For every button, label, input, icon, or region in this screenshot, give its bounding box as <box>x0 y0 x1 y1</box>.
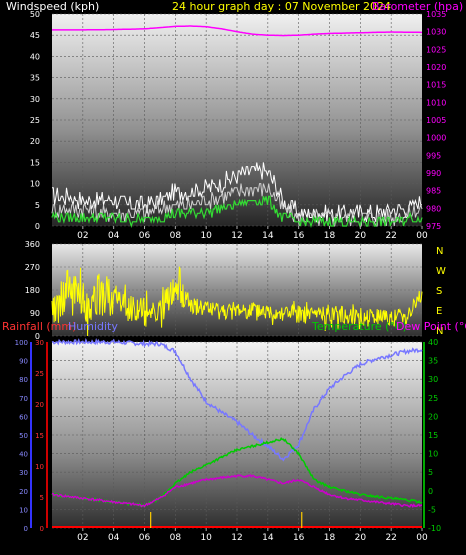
humidity-tick-label: 100 <box>15 339 28 347</box>
wind-x-tick-label: 20 <box>355 231 367 241</box>
barometer-tick-label: 995 <box>426 151 441 160</box>
wind-x-tick-label: 02 <box>77 231 88 241</box>
temperature-tick-label: 20 <box>428 412 438 421</box>
temperature-x-tick-label: 22 <box>385 533 396 543</box>
windspeed-tick-label: 35 <box>30 74 40 83</box>
wind-x-tick-label: 06 <box>139 231 151 241</box>
barometer-tick-label: 1005 <box>426 116 446 125</box>
rainfall-tick-label: 20 <box>35 401 44 409</box>
barometer-tick-label: 1015 <box>426 81 446 90</box>
windspeed-tick-label: 50 <box>30 10 40 19</box>
wind-x-tick-label: 22 <box>385 231 396 241</box>
temperature-x-tick-label: 20 <box>355 533 367 543</box>
rainfall-tick-label: 5 <box>40 494 44 502</box>
humidity-rain-ticks: 0 10 20 30 40 50 60 70 80 90 100 0 5 10 15 20 25 30 <box>15 339 48 533</box>
temperature-tick-label: 0 <box>428 487 433 496</box>
rainfall-tick-label: 10 <box>35 463 44 471</box>
barometer-tick-label: 980 <box>426 204 441 213</box>
wind-x-tick-label: 14 <box>262 231 274 241</box>
temperature-x-tick-label: 14 <box>262 533 274 543</box>
windspeed-tick-label: 0 <box>35 222 40 231</box>
barometer-tick-label: 975 <box>426 222 441 231</box>
weather-graph: Windspeed (kph) 24 hour graph day : 07 N… <box>2 0 466 543</box>
temperature-x-tick-label: 04 <box>108 533 120 543</box>
barometer-tick-label: 990 <box>426 169 441 178</box>
temperature-axis-label: Temperature (°C) <box>311 320 407 333</box>
windspeed-tick-label: 30 <box>30 95 40 104</box>
temperature-tick-label: 10 <box>428 450 438 459</box>
wind-x-tick-label: 08 <box>170 231 182 241</box>
temperature-x-tick-label: 00 <box>416 533 428 543</box>
humidity-tick-label: 30 <box>19 469 28 477</box>
humidity-tick-label: 20 <box>19 488 28 496</box>
temperature-tick-label: -5 <box>428 505 436 514</box>
humidity-tick-label: 80 <box>19 376 28 384</box>
barometer-tick-label: 1030 <box>426 28 446 37</box>
temperature-ticks: -10 -5 0 5 10 15 20 25 30 35 40 <box>423 338 441 533</box>
windspeed-tick-label: 40 <box>30 52 40 61</box>
windspeed-ticks: 0 5 10 15 20 25 30 35 40 45 50 <box>30 10 40 231</box>
temperature-tick-label: 15 <box>428 431 438 440</box>
temperature-tick-label: 25 <box>428 394 438 403</box>
temperature-x-tick-label: 06 <box>139 533 151 543</box>
compass-label: S <box>436 286 442 297</box>
wind-x-tick-label: 16 <box>293 231 305 241</box>
compass-label: N <box>436 246 443 257</box>
temperature-x-ticks: 02 04 06 08 10 12 14 16 18 20 22 00 <box>77 528 428 543</box>
rainfall-tick-label: 0 <box>40 525 44 533</box>
barometer-tick-label: 1025 <box>426 45 446 54</box>
temperature-x-tick-label: 10 <box>200 533 212 543</box>
wind-x-tick-label: 18 <box>324 231 336 241</box>
windspeed-axis-label: Windspeed (kph) <box>6 0 99 13</box>
windspeed-tick-label: 25 <box>30 116 40 125</box>
barometer-tick-label: 1000 <box>426 134 446 143</box>
windspeed-tick-label: 10 <box>30 180 40 189</box>
wind-x-ticks: 02 04 06 08 10 12 14 16 18 20 22 00 <box>77 226 428 241</box>
barometer-axis-label: Barometer (hpa) <box>372 0 463 13</box>
rainfall-tick-label: 30 <box>35 339 44 347</box>
barometer-tick-label: 1035 <box>426 10 446 19</box>
windspeed-tick-label: 15 <box>30 158 40 167</box>
direction-tick-label: 360 <box>25 240 40 249</box>
humidity-axis-label: Humidity <box>68 320 118 333</box>
humidity-tick-label: 60 <box>19 413 28 421</box>
direction-tick-label: 270 <box>25 263 40 272</box>
barometer-ticks: 975 980 985 990 995 1000 1005 1010 1015 1020 1025 1… <box>426 10 446 231</box>
dewpoint-axis-label: Dew Point (°C) <box>396 320 466 333</box>
rainfall-axis-label: Rainfall (mm) <box>2 320 76 333</box>
windspeed-tick-label: 5 <box>35 201 40 210</box>
humidity-tick-label: 10 <box>19 506 28 514</box>
compass-label: W <box>436 266 446 277</box>
wind-x-tick-label: 10 <box>200 231 212 241</box>
rainfall-tick-label: 15 <box>35 432 44 440</box>
humidity-tick-label: 0 <box>24 525 28 533</box>
wind-x-tick-label: 12 <box>231 231 242 241</box>
temperature-x-tick-label: 18 <box>324 533 336 543</box>
barometer-tick-label: 1020 <box>426 63 446 72</box>
temperature-x-tick-label: 16 <box>293 533 305 543</box>
temperature-x-tick-label: 08 <box>170 533 182 543</box>
temperature-x-tick-label: 12 <box>231 533 242 543</box>
temperature-tick-label: -10 <box>428 524 441 533</box>
humidity-tick-label: 40 <box>19 451 28 459</box>
windspeed-tick-label: 45 <box>30 31 40 40</box>
temperature-tick-label: 30 <box>428 375 438 384</box>
humidity-tick-label: 90 <box>19 358 28 366</box>
temperature-tick-label: 5 <box>428 468 433 477</box>
temperature-x-tick-label: 02 <box>77 533 88 543</box>
barometer-tick-label: 1010 <box>426 98 446 107</box>
chart-title: 24 hour graph day : 07 November 2024 <box>172 0 391 13</box>
wind-x-tick-label: 04 <box>108 231 120 241</box>
humidity-tick-label: 50 <box>19 432 28 440</box>
temperature-tick-label: 35 <box>428 357 438 366</box>
rainfall-tick-label: 25 <box>35 370 44 378</box>
direction-tick-label: 90 <box>30 309 40 318</box>
compass-label: E <box>436 306 442 317</box>
windspeed-tick-label: 20 <box>30 137 40 146</box>
wind-x-tick-label: 00 <box>416 231 428 241</box>
temperature-tick-label: 40 <box>428 338 438 347</box>
barometer-tick-label: 985 <box>426 187 441 196</box>
humidity-tick-label: 70 <box>19 395 28 403</box>
direction-tick-label: 180 <box>25 286 40 295</box>
